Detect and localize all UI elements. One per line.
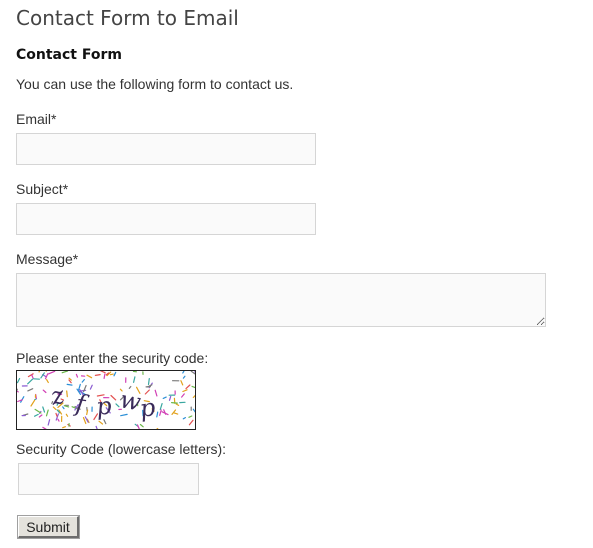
captcha-noise-dash [81,379,85,383]
captcha-noise-dash [27,378,34,385]
captcha-noise-dash [27,388,34,392]
captcha-noise-dash [34,413,39,417]
captcha-noise-dash [132,376,136,383]
captcha-noise-dash [103,419,107,425]
captcha-noise-dash [66,383,73,386]
captcha-noise-dash [30,399,36,407]
captcha-noise-dash [61,371,69,374]
captcha-noise-dash [47,371,56,375]
captcha-noise-dash [192,408,195,413]
security-code-field[interactable] [18,463,199,495]
captcha-noise-dash [89,384,93,390]
subject-label: Subject* [16,181,69,197]
captcha-noise-dash [159,402,163,411]
captcha-noise-dash [34,408,42,414]
captcha-noise-dash [147,377,150,385]
captcha-noise-dash [182,389,188,393]
captcha-noise-dash [188,419,194,426]
captcha-noise-dash [136,424,140,429]
captcha-noise-dash [17,377,21,384]
captcha-noise-dash [31,374,34,379]
captcha-noise-dash [42,389,47,394]
captcha-noise-dash [191,385,195,389]
captcha-noise-dash [42,426,47,429]
captcha-noise-dash [182,375,186,379]
captcha-noise-dash [38,414,43,418]
captcha-noise-dash [55,412,58,417]
captcha-noise-dash [139,423,144,428]
captcha-noise-dash [103,373,106,380]
captcha-noise-dash [57,418,60,422]
captcha-noise-dash [144,389,150,395]
captcha-noise-dash [185,384,191,390]
captcha-noise-dash [171,402,178,404]
security-code-prompt: Please enter the security code: [16,350,209,366]
captcha-image: z f pwp [16,370,196,430]
message-field[interactable] [16,273,546,327]
page-title: Contact Form to Email [16,6,239,30]
captcha-noise-dash [180,380,184,386]
captcha-noise-dash [182,416,186,420]
captcha-noise-dash [156,427,159,429]
captcha-noise-dash [45,409,49,417]
security-code-label: Security Code (lowercase letters): [16,441,227,457]
captcha-noise-dash [65,413,69,417]
captcha-noise-dash [181,393,185,398]
captcha-noise-dash [175,403,180,407]
captcha-noise-dash [173,412,179,415]
captcha-noise-dash [42,406,46,413]
submit-button[interactable]: Submit [17,515,80,539]
captcha-letter: p [95,391,116,421]
captcha-noise-dash [162,396,167,399]
captcha-noise-dash [95,425,98,429]
captcha-letter: f [72,389,91,419]
captcha-noise-dash [86,374,93,379]
captcha-noise-dash [109,373,114,376]
captcha-noise-dash [99,371,106,374]
captcha-noise-dash [75,373,79,378]
captcha-noise-dash [46,379,49,384]
message-label: Message* [16,251,79,267]
email-label: Email* [16,111,57,127]
captcha-noise-dash [188,415,193,418]
captcha-noise-dash [168,395,172,401]
subject-field[interactable] [16,203,316,235]
captcha-noise-dash [120,413,128,417]
captcha-graphic: z f pwp [17,371,195,429]
captcha-noise-dash [62,426,67,429]
captcha-noise-dash [93,413,99,421]
captcha-noise-dash [119,388,123,392]
captcha-noise-dash [192,394,195,399]
captcha-noise-dash [159,409,162,416]
captcha-text: z f pwp [47,380,160,423]
form-intro: You can use the following form to contac… [16,76,294,92]
captcha-noise-dash [182,371,185,374]
form-title: Contact Form [16,47,122,63]
email-field[interactable] [16,133,316,165]
captcha-noise-dash [38,371,40,373]
captcha-noise-dash [94,373,101,377]
captcha-noise-dash [98,420,104,425]
captcha-noise-dash [113,371,117,377]
captcha-noise-dash [47,419,51,426]
captcha-letter: z [47,380,69,411]
captcha-letter: p [138,393,160,423]
captcha-noise-dash [115,403,120,408]
